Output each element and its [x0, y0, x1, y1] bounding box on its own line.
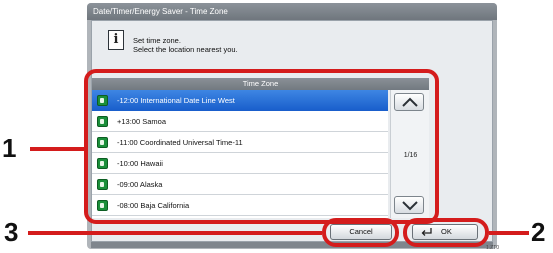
annotated-screenshot: Date/Timer/Energy Saver - Time Zone i Se… [0, 0, 553, 253]
callout-list-outline [84, 69, 439, 224]
figure-code: 1.ZT0 [486, 245, 500, 251]
info-icon: i [108, 30, 124, 50]
callout-ok-outline [403, 218, 489, 247]
info-line-1: Set time zone. [133, 36, 181, 45]
leader-line-3 [28, 231, 322, 235]
window-title: Date/Timer/Energy Saver - Time Zone [87, 3, 497, 20]
leader-line-2 [489, 231, 529, 235]
callout-number-2: 2 [531, 217, 546, 247]
leader-line-1 [30, 147, 84, 151]
callout-number-3: 3 [4, 217, 19, 247]
callout-cancel-outline [322, 218, 399, 247]
info-line-2: Select the location nearest you. [133, 45, 238, 54]
info-box: i Set time zone. Select the location nea… [101, 26, 481, 60]
callout-number-1: 1 [2, 133, 17, 163]
